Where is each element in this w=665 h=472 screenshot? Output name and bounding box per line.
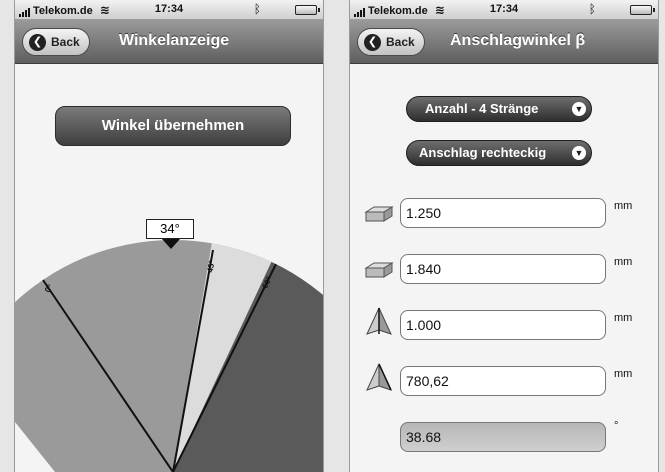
page-title: Anschlagwinkel β — [450, 32, 586, 49]
battery-icon — [295, 5, 320, 15]
signal-strength-icon — [354, 7, 365, 17]
chevron-down-icon: ▼ — [572, 102, 586, 116]
wifi-icon: ≋ — [99, 3, 110, 17]
strand-count-dropdown[interactable]: Anzahl - 4 Stränge ▼ — [406, 96, 592, 122]
pyramid-sling-icon — [366, 363, 392, 391]
navigation-bar: ❮ Back Anschlagwinkel β — [350, 20, 658, 64]
angle-result-unit: ° — [614, 420, 619, 432]
carrier-info: Telekom.de ≋ — [19, 3, 110, 17]
page-title: Winkelanzeige — [119, 32, 230, 49]
navigation-bar: ❮ Back Winkelanzeige — [15, 20, 323, 64]
bluetooth-icon: ᛒ — [253, 2, 261, 16]
carrier-name: Telekom.de — [33, 5, 93, 17]
signal-strength-icon — [19, 7, 30, 17]
battery-icon — [630, 5, 655, 15]
pyramid-height-icon — [366, 307, 392, 335]
carrier-name: Telekom.de — [368, 5, 428, 17]
status-bar: Telekom.de ≋ 17:34 ᛒ — [350, 0, 658, 20]
length-unit: mm — [614, 200, 633, 212]
angle-gauge — [15, 240, 323, 472]
angle-pointer-icon — [162, 239, 180, 249]
current-angle-display: 34° — [146, 219, 194, 239]
height-input[interactable]: 1.000 — [400, 310, 606, 340]
back-button-label: Back — [386, 35, 415, 49]
status-bar: Telekom.de ≋ 17:34 ᛒ — [15, 0, 323, 20]
bluetooth-icon: ᛒ — [588, 2, 596, 16]
box-length-icon — [364, 206, 394, 222]
sling-length-unit: mm — [614, 368, 633, 380]
length-input[interactable]: 1.250 — [400, 198, 606, 228]
chevron-down-icon: ▼ — [572, 146, 586, 160]
stop-shape-dropdown[interactable]: Anschlag rechteckig ▼ — [406, 140, 592, 166]
phone-screen-stop-angle: Telekom.de ≋ 17:34 ᛒ ❮ Back Anschlagwink… — [349, 0, 659, 472]
stop-shape-label: Anschlag rechteckig — [419, 145, 547, 160]
phone-screen-angle-display: Telekom.de ≋ 17:34 ᛒ ❮ Back Winkelanzeig… — [14, 0, 324, 472]
back-button[interactable]: ❮ Back — [22, 28, 90, 56]
width-unit: mm — [614, 256, 633, 268]
angle-result-field: 38.68 — [400, 422, 606, 452]
back-button[interactable]: ❮ Back — [357, 28, 425, 56]
status-time: 17:34 — [489, 3, 519, 15]
wifi-icon: ≋ — [434, 3, 445, 17]
back-button-label: Back — [51, 35, 80, 49]
status-time: 17:34 — [154, 3, 184, 15]
box-width-icon — [364, 262, 394, 278]
take-angle-button[interactable]: Winkel übernehmen — [55, 106, 291, 146]
chevron-left-icon: ❮ — [29, 33, 46, 51]
width-input[interactable]: 1.840 — [400, 254, 606, 284]
chevron-left-icon: ❮ — [364, 33, 381, 51]
strand-count-label: Anzahl - 4 Stränge — [425, 101, 539, 116]
carrier-info: Telekom.de ≋ — [354, 3, 445, 17]
sling-length-input[interactable]: 780,62 — [400, 366, 606, 396]
height-unit: mm — [614, 312, 633, 324]
